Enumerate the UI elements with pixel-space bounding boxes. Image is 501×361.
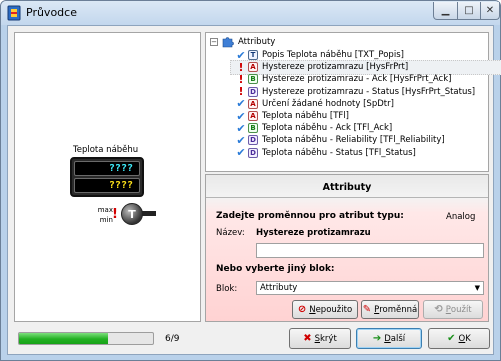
type-a-icon: A xyxy=(248,98,258,109)
type-b-icon: B xyxy=(248,123,258,134)
block-selected-value: Attributy xyxy=(260,283,298,293)
attribute-form: Attributy Zadejte proměnnou pro atribut … xyxy=(205,174,489,322)
maximize-button[interactable]: □ xyxy=(457,2,481,20)
window-title: Průvodce xyxy=(26,6,77,19)
checkmark-icon: ✔ xyxy=(236,133,246,147)
lcd-display: ???? ???? xyxy=(70,157,144,197)
checkmark-icon: ✔ xyxy=(236,48,246,62)
warning-icon: ! xyxy=(112,207,118,222)
min-label: min xyxy=(99,216,113,224)
sensor-rod xyxy=(142,211,156,216)
attribute-tree[interactable]: − Attributy ✔ T Popis Teplota náběhu [TXT_… xyxy=(205,32,501,172)
title-bar: Průvodce ▁ □ ✕ xyxy=(1,1,500,25)
tree-item[interactable]: ✔ A Určení žádané hodnoty [SpDtr] xyxy=(236,97,394,111)
minimize-button[interactable]: ▁ xyxy=(433,2,458,20)
block-select[interactable]: Attributy ▼ xyxy=(256,281,484,295)
pencil-icon: ✎ xyxy=(362,304,372,315)
name-label: Název: xyxy=(216,228,245,238)
next-button-label: alší xyxy=(390,333,406,344)
hide-button[interactable]: ✖ Skrýt xyxy=(289,328,351,349)
checkmark-icon: ✔ xyxy=(236,97,246,111)
tree-item-label: Teplota náběhu - Ack [TFl_Ack] xyxy=(262,123,393,134)
refresh-icon: ⟲ xyxy=(434,304,443,315)
tree-item[interactable]: ! D Hystereze protizamrazu - Status [HysFr… xyxy=(236,85,476,99)
checkmark-icon: ✔ xyxy=(236,109,246,123)
progress-bar xyxy=(18,332,154,345)
chevron-down-icon: ▼ xyxy=(474,284,480,292)
client-area: Teplota náběhu ???? ???? max min ! T − A… xyxy=(7,25,501,355)
puzzle-icon xyxy=(222,37,234,48)
variable-button[interactable]: ✎ Proměnná xyxy=(361,300,419,319)
unused-button[interactable]: ⊘ Nepoužito xyxy=(292,300,358,319)
type-a-icon: A xyxy=(248,62,258,73)
next-button[interactable]: ➔ Další xyxy=(356,328,422,349)
type-b-icon: B xyxy=(248,74,258,85)
tree-item-label: Hystereze protizamrazu [HysFrPrt] xyxy=(262,62,409,73)
ok-button-mnemonic: O xyxy=(458,333,466,344)
tree-item[interactable]: ✔ A Teplota náběhu [TFl] xyxy=(236,109,349,123)
wizard-window: Průvodce ▁ □ ✕ Teplota náběhu ???? ???? … xyxy=(0,0,501,361)
max-min-labels: max min xyxy=(93,205,113,225)
error-icon: ! xyxy=(238,85,244,99)
maximize-icon: □ xyxy=(464,5,474,16)
tree-item-label: Popis Teplota náběhu [TXT_Popis] xyxy=(262,50,404,60)
tree-item[interactable]: ! B Hystereze protizamrazu - Ack [HysFrPrt… xyxy=(236,72,452,86)
unused-button-label: epoužito xyxy=(315,304,353,315)
lcd-top-value: ???? xyxy=(74,161,140,176)
progress-fill xyxy=(19,333,109,344)
ok-button-label: K xyxy=(465,333,471,344)
arrow-right-icon: ➔ xyxy=(372,333,382,344)
hide-button-label: krýt xyxy=(320,333,337,344)
forbidden-icon: ⊘ xyxy=(297,304,307,315)
close-x-icon: ✖ xyxy=(303,333,312,344)
app-icon xyxy=(7,5,21,21)
minimize-icon: ▁ xyxy=(441,5,450,16)
variable-button-label: roměnná xyxy=(379,304,418,315)
apply-button[interactable]: ⟲ Použít xyxy=(423,300,483,319)
device-preview-panel: Teplota náběhu ???? ???? max min ! T xyxy=(14,32,201,322)
apply-button-label: oužít xyxy=(450,304,472,315)
close-icon: ✕ xyxy=(485,5,495,16)
attribute-type-prompt: Zadejte proměnnou pro atribut typu: xyxy=(216,211,404,221)
tree-item-label: Hystereze protizamrazu - Status [HysFrPr… xyxy=(262,86,476,97)
checkmark-icon: ✔ xyxy=(236,121,246,135)
tree-root-label: Attributy xyxy=(238,37,276,47)
device-label: Teplota náběhu xyxy=(73,145,139,155)
error-icon: ! xyxy=(238,72,244,86)
attribute-type-value: Analog xyxy=(446,212,476,222)
tree-item-label: Teplota náběhu - Reliability [TFl_Reliab… xyxy=(262,135,445,146)
name-value: Hystereze protizamrazu xyxy=(256,228,371,238)
lcd-bottom-value: ???? xyxy=(74,178,140,193)
max-label: max xyxy=(97,206,113,214)
variable-input[interactable] xyxy=(256,243,484,258)
type-d-icon: D xyxy=(248,147,258,158)
type-a-icon: A xyxy=(248,111,258,121)
collapse-icon[interactable]: − xyxy=(210,38,218,46)
type-d-icon: D xyxy=(248,86,258,97)
tree-item[interactable]: ! A Hystereze protizamrazu [HysFrPrt] xyxy=(229,60,501,76)
close-button[interactable]: ✕ xyxy=(480,2,500,20)
tree-item-label: Teplota náběhu - Status [TFl_Status] xyxy=(262,147,416,158)
tree-item[interactable]: ✔ T Popis Teplota náběhu [TXT_Popis] xyxy=(236,48,404,62)
tree-item-label: Hystereze protizamrazu - Ack [HysFrPrt_A… xyxy=(262,74,452,85)
ok-button[interactable]: ✔ OK xyxy=(428,328,490,349)
tree-item[interactable]: ✔ D Teplota náběhu - Reliability [TFl_Reli… xyxy=(236,133,445,147)
choose-block-label: Nebo vyberte jiný blok: xyxy=(216,264,335,274)
tree-item[interactable]: ✔ B Teplota náběhu - Ack [TFl_Ack] xyxy=(236,121,393,135)
tree-item-label: Určení žádané hodnoty [SpDtr] xyxy=(262,98,394,109)
tree-item-label: Teplota náběhu [TFl] xyxy=(262,111,349,121)
block-label: Blok: xyxy=(216,284,238,294)
progress-text: 6/9 xyxy=(165,334,180,344)
checkmark-icon: ✔ xyxy=(447,333,456,344)
type-d-icon: D xyxy=(248,135,258,146)
form-divider xyxy=(206,197,488,198)
checkmark-icon: ✔ xyxy=(236,146,246,160)
type-t-icon: T xyxy=(248,50,258,60)
form-title: Attributy xyxy=(322,182,372,193)
tree-root[interactable]: − Attributy xyxy=(210,36,275,48)
error-icon: ! xyxy=(238,60,244,74)
tree-item[interactable]: ✔ D Teplota náběhu - Status [TFl_Status] xyxy=(236,146,416,160)
temperature-sensor-icon: T xyxy=(121,203,143,225)
